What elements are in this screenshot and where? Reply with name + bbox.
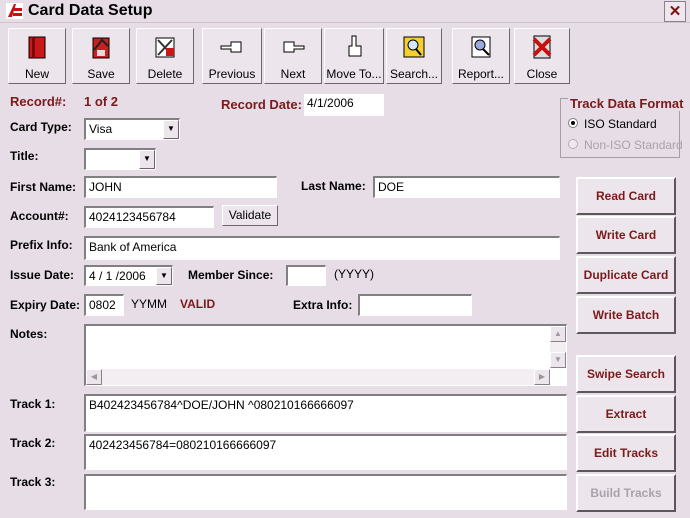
extra-info-field[interactable] <box>358 294 472 316</box>
search-icon <box>403 36 425 58</box>
card-type-select[interactable]: Visa ▼ <box>84 118 180 140</box>
chevron-down-icon[interactable]: ▼ <box>139 150 155 169</box>
first-name-label: First Name: <box>10 180 77 194</box>
title-bar: Card Data Setup ✕ <box>0 0 690 23</box>
track3-field[interactable] <box>84 474 567 510</box>
scroll-right-icon[interactable]: ▶ <box>534 369 550 385</box>
track2-field[interactable]: 402423456784=080210166666097 <box>84 434 567 470</box>
record-date-field: 4/1/2006 <box>304 94 384 116</box>
record-value: 1 of 2 <box>84 94 118 109</box>
prefix-info-field[interactable]: Bank of America <box>84 236 560 260</box>
previous-label: Previous <box>208 67 256 81</box>
card-type-label: Card Type: <box>10 120 72 134</box>
move-to-label: Move To... <box>326 67 382 81</box>
close-icon <box>532 35 552 59</box>
issue-date-picker[interactable]: 4 / 1 /2006 ▼ <box>84 265 173 286</box>
next-label: Next <box>280 67 306 81</box>
move-to-button[interactable]: Move To... <box>324 28 384 84</box>
track2-label: Track 2: <box>10 436 56 450</box>
expiry-status-badge: VALID <box>180 297 216 311</box>
report-icon <box>471 36 491 58</box>
track3-label: Track 3: <box>10 475 56 489</box>
notes-label: Notes: <box>10 327 48 341</box>
iso-standard-label: ISO Standard <box>584 117 657 131</box>
delete-button[interactable]: Delete <box>136 28 194 84</box>
scroll-up-icon[interactable]: ▲ <box>550 326 566 342</box>
edit-tracks-button[interactable]: Edit Tracks <box>576 434 676 472</box>
hand-left-icon <box>220 41 242 53</box>
non-iso-standard-radio[interactable] <box>568 139 578 149</box>
member-since-label: Member Since: <box>188 268 274 282</box>
delete-icon <box>155 37 175 58</box>
next-button[interactable]: Next <box>264 28 322 84</box>
expiry-date-field[interactable]: 0802 <box>84 294 124 316</box>
new-button[interactable]: New <box>8 28 66 84</box>
expiry-format-hint: YYMM <box>131 297 167 311</box>
write-batch-button[interactable]: Write Batch <box>576 296 676 334</box>
first-name-field[interactable]: JOHN <box>84 176 277 198</box>
save-button[interactable]: Save <box>72 28 130 84</box>
delete-label: Delete <box>147 67 183 81</box>
track-format-title: Track Data Format <box>568 96 686 111</box>
title-select[interactable]: ▼ <box>84 148 156 170</box>
close-label: Close <box>526 67 558 81</box>
new-label: New <box>24 67 49 81</box>
window-close-button[interactable]: ✕ <box>664 1 686 22</box>
hand-point-icon <box>348 35 362 57</box>
report-button[interactable]: Report... <box>452 28 510 84</box>
notes-horizontal-scrollbar[interactable]: ◀ ▶ <box>86 369 550 385</box>
title-label: Title: <box>10 149 39 163</box>
report-label: Report... <box>457 67 505 81</box>
last-name-label: Last Name: <box>301 179 366 193</box>
record-date-label: Record Date: <box>221 97 302 112</box>
scroll-down-icon[interactable]: ▼ <box>550 352 566 368</box>
expiry-date-label: Expiry Date: <box>10 298 81 312</box>
extra-info-label: Extra Info: <box>293 298 353 312</box>
non-iso-standard-label: Non-ISO Standard <box>584 138 683 152</box>
issue-date-value: 4 / 1 /2006 <box>89 269 146 283</box>
scroll-left-icon[interactable]: ◀ <box>86 369 102 385</box>
build-tracks-button[interactable]: Build Tracks <box>576 474 676 512</box>
save-icon <box>92 37 110 59</box>
record-label: Record#: <box>10 94 67 109</box>
member-since-field[interactable] <box>286 265 326 286</box>
issue-date-label: Issue Date: <box>10 268 75 282</box>
card-type-value: Visa <box>89 122 113 136</box>
hand-right-icon <box>283 41 305 53</box>
extract-button[interactable]: Extract <box>576 395 676 433</box>
chevron-down-icon[interactable]: ▼ <box>156 267 172 285</box>
notes-vertical-scrollbar[interactable]: ▲ ▼ <box>550 326 566 368</box>
write-card-button[interactable]: Write Card <box>576 216 676 254</box>
read-card-button[interactable]: Read Card <box>576 177 676 215</box>
duplicate-card-button[interactable]: Duplicate Card <box>576 256 676 294</box>
member-since-hint: (YYYY) <box>334 267 375 281</box>
search-label: Search... <box>389 67 439 81</box>
last-name-field[interactable]: DOE <box>373 176 560 198</box>
track1-label: Track 1: <box>10 397 56 411</box>
swipe-search-button[interactable]: Swipe Search <box>576 355 676 393</box>
iso-standard-radio[interactable] <box>568 118 578 128</box>
app-logo-icon <box>6 3 23 19</box>
account-label: Account#: <box>10 209 69 223</box>
save-label: Save <box>87 67 115 81</box>
search-button[interactable]: Search... <box>386 28 442 84</box>
close-button[interactable]: Close <box>514 28 570 84</box>
validate-button[interactable]: Validate <box>222 205 278 226</box>
previous-button[interactable]: Previous <box>202 28 262 84</box>
new-card-icon <box>28 36 46 59</box>
chevron-down-icon[interactable]: ▼ <box>163 120 179 139</box>
prefix-info-label: Prefix Info: <box>10 238 73 252</box>
account-field[interactable]: 4024123456784 <box>84 206 214 228</box>
track1-field[interactable]: B402423456784^DOE/JOHN ^080210166666097 <box>84 394 567 432</box>
window-title: Card Data Setup <box>28 2 153 19</box>
notes-textarea[interactable]: ▲ ▼ ◀ ▶ <box>84 324 567 386</box>
